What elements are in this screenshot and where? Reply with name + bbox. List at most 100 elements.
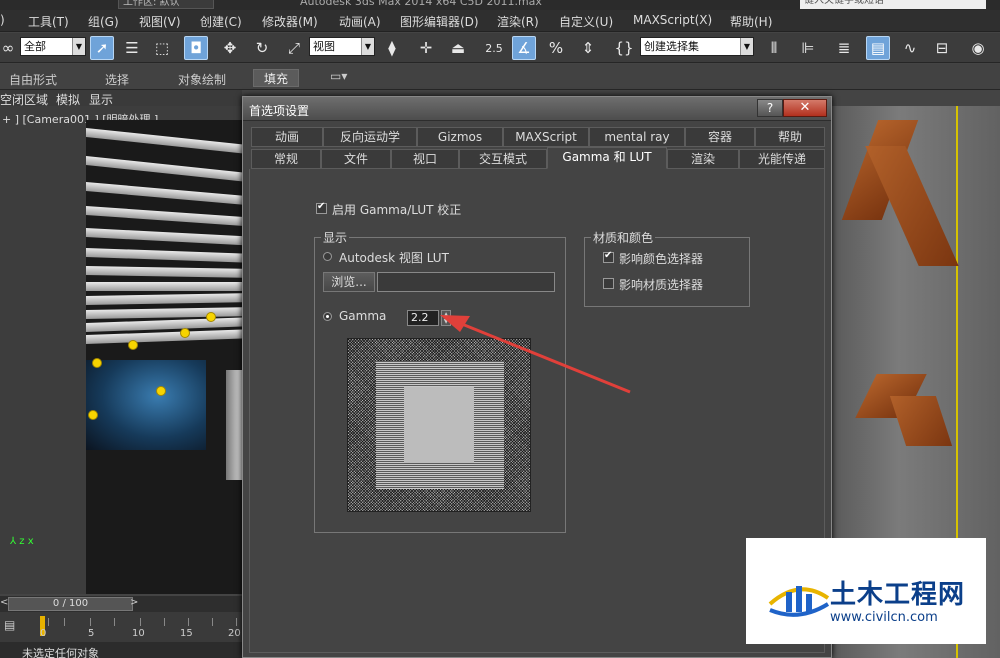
menu-item-views[interactable]: 视图(V) [139, 13, 181, 30]
ceiling-slat [86, 128, 242, 154]
window-crossing-icon[interactable]: ◘ [184, 36, 208, 60]
lut-path-input[interactable] [377, 272, 555, 292]
watermark-logo: 土木工程网 www.civilcn.com [746, 538, 986, 644]
gamma-value-input[interactable]: 2.2 [407, 310, 439, 326]
help-button[interactable]: ? [757, 99, 783, 117]
menu-bar: ) 工具(T) 组(G) 视图(V) 创建(C) 修改器(M) 动画(A) 图形… [0, 10, 1000, 32]
tab-files[interactable]: 文件 [321, 149, 391, 169]
light-icon[interactable] [180, 328, 190, 338]
light-icon[interactable] [92, 358, 102, 368]
light-icon[interactable] [88, 410, 98, 420]
menu-item-tools[interactable]: 工具(T) [28, 13, 69, 30]
menu-item-maxscript[interactable]: MAXScript(X) [633, 13, 712, 27]
menu-item-group[interactable]: 组(G) [88, 13, 119, 30]
spinner-snap-icon[interactable]: ⇕ [576, 36, 600, 60]
ruler-tick [114, 618, 115, 626]
tab-maxscript[interactable]: MAXScript [503, 127, 589, 147]
menu-item-create[interactable]: 创建(C) [200, 13, 242, 30]
ribbon-options-icon[interactable]: ▭▾ [330, 69, 347, 83]
browse-button[interactable]: 浏览... [323, 272, 375, 292]
ruler-tick [212, 618, 213, 626]
scale-icon[interactable]: ⤢ [282, 36, 306, 60]
gamma-radio[interactable] [323, 312, 332, 321]
tab-interaction-mode[interactable]: 交互模式 [459, 149, 547, 169]
menu-item-graph-editors[interactable]: 图形编辑器(D) [400, 13, 479, 30]
tab-mental-ray[interactable]: mental ray [589, 127, 685, 147]
tab-gamma-and-lut[interactable]: Gamma 和 LUT [547, 147, 667, 169]
ceiling-slat [86, 206, 242, 227]
tab-rendering[interactable]: 渲染 [667, 149, 739, 169]
layer-manager-icon[interactable]: ≣ [832, 36, 856, 60]
tab-containers[interactable]: 容器 [685, 127, 755, 147]
affect-material-picker-checkbox[interactable] [603, 278, 614, 289]
tab-help[interactable]: 帮助 [755, 127, 825, 147]
close-button[interactable]: ✕ [783, 99, 827, 117]
gamma-spinner-icon[interactable]: ▲ ▼ [441, 310, 451, 326]
timeline-ruler[interactable]: ▤ 0 5 10 15 20 [0, 612, 242, 642]
time-slider[interactable]: 0 / 100 [8, 597, 133, 611]
dialog-title-bar[interactable]: 首选项设置 ? ✕ [243, 97, 831, 121]
menu-item-help[interactable]: 帮助(H) [730, 13, 772, 30]
ceiling-slat [86, 156, 242, 182]
keyboard-shortcut-icon[interactable]: ⏏ [446, 36, 470, 60]
named-selection-dropdown[interactable]: 创建选择集 ▼ [640, 37, 754, 56]
mirror-icon[interactable]: ⫴ [762, 36, 786, 60]
watermark-name: 土木工程网 [830, 580, 966, 610]
link-icon[interactable]: ∞ [0, 36, 20, 60]
align-icon[interactable]: ⊫ [796, 36, 820, 60]
rectangle-selection-icon[interactable]: ⬚ [150, 36, 174, 60]
tab-viewports[interactable]: 视口 [391, 149, 459, 169]
ribbon-tab-selection[interactable]: 选择 [105, 71, 129, 88]
workspace-dropdown[interactable]: 工作区: 默认 [118, 0, 214, 9]
move-icon[interactable]: ✥ [218, 36, 242, 60]
tab-general[interactable]: 常规 [251, 149, 321, 169]
light-icon[interactable] [156, 386, 166, 396]
ruler-number: 15 [180, 628, 193, 639]
material-editor-icon[interactable]: ◉ [966, 36, 990, 60]
search-input[interactable]: 键入关键字或短语 [800, 0, 986, 9]
menu-item-edit-cut[interactable]: ) [0, 13, 5, 27]
axis-tripod-icon: ⅄ z x [10, 536, 34, 547]
menu-item-animation[interactable]: 动画(A) [339, 13, 381, 30]
preference-settings-dialog: 首选项设置 ? ✕ 动画 反向运动学 Gizmos MAXScript ment… [242, 96, 832, 658]
ruler-tick [48, 618, 49, 626]
affect-color-picker-checkbox[interactable] [603, 250, 614, 263]
scene-explorer-icon[interactable]: ▤ [866, 36, 890, 60]
reference-coordinate-dropdown[interactable]: 视图 ▼ [309, 37, 375, 56]
pivot-center-icon[interactable]: ⧫ [380, 36, 404, 60]
select-by-name-icon[interactable]: ☰ [120, 36, 144, 60]
tab-inverse-kinematics[interactable]: 反向运动学 [323, 127, 417, 147]
angle-snap-icon[interactable]: ∡ [512, 36, 536, 60]
camera-viewport[interactable]: + ] [Camera001 ] [明暗处理 ] ⅄ z x [0, 106, 242, 594]
tab-animation[interactable]: 动画 [251, 127, 323, 147]
ribbon-bar: 自由形式 选择 对象绘制 填充 ▭▾ [0, 64, 1000, 90]
ribbon-tab-object-paint[interactable]: 对象绘制 [178, 71, 226, 88]
lut-radio[interactable] [323, 252, 332, 261]
rotate-icon[interactable]: ↻ [250, 36, 274, 60]
ribbon-tab-populate[interactable]: 填充 [253, 69, 300, 87]
chevron-down-icon: ▼ [740, 38, 753, 55]
time-slider-bar: < 0 / 100 > [0, 596, 242, 612]
select-object-icon[interactable]: ➚ [90, 36, 114, 60]
light-icon[interactable] [206, 312, 216, 322]
viewport-menu-row: 空闭区域 模拟 显示 [0, 90, 242, 107]
schematic-view-icon[interactable]: ⊟ [930, 36, 954, 60]
percent-snap-icon[interactable]: % [544, 36, 568, 60]
edit-named-selection-icon[interactable]: {} [612, 36, 636, 60]
ruler-tick [90, 618, 91, 626]
curve-editor-icon[interactable]: ∿ [898, 36, 922, 60]
menu-item-customize[interactable]: 自定义(U) [559, 13, 613, 30]
ribbon-tab-freeform[interactable]: 自由形式 [9, 71, 57, 88]
select-manipulate-icon[interactable]: ✛ [414, 36, 438, 60]
snaps-toggle-icon[interactable]: 2.5 [482, 36, 506, 60]
light-icon[interactable] [128, 340, 138, 350]
menu-item-rendering[interactable]: 渲染(R) [497, 13, 539, 30]
enable-gamma-checkbox[interactable] [316, 201, 327, 214]
watermark-url: www.civilcn.com [830, 610, 938, 625]
selection-filter-dropdown[interactable]: 全部 ▼ [20, 37, 86, 56]
timeline-icon[interactable]: ▤ [4, 618, 15, 632]
tab-radiosity[interactable]: 光能传递 [739, 149, 825, 169]
menu-item-modifiers[interactable]: 修改器(M) [262, 13, 318, 30]
next-frame-icon[interactable]: > [130, 597, 138, 608]
tab-gizmos[interactable]: Gizmos [417, 127, 503, 147]
